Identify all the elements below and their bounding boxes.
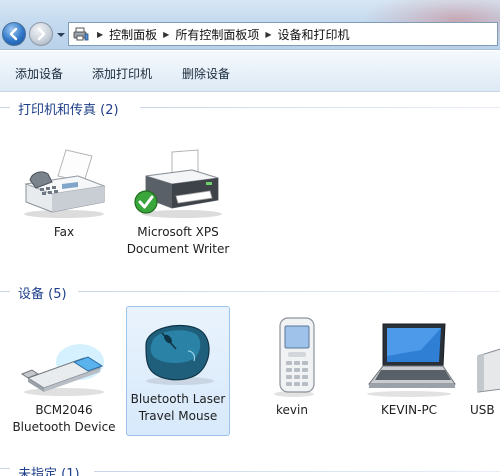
group-header-devices[interactable]: 设备 (5) [18, 283, 67, 302]
recent-pages-dropdown-icon[interactable] [56, 30, 66, 40]
forward-button[interactable] [29, 22, 53, 46]
breadcrumb-separator-icon[interactable]: ▶ [97, 30, 103, 39]
device-label: BCM2046 Bluetooth Device [12, 403, 116, 434]
breadcrumb-devices-printers[interactable]: 设备和打印机 [278, 26, 350, 43]
breadcrumb-separator-icon[interactable]: ▶ [265, 30, 271, 39]
group-header-printers[interactable]: 打印机和传真 (2) [18, 99, 119, 118]
group-header-unspecified[interactable]: 未指定 (1) [18, 463, 80, 476]
add-device-button[interactable]: 添加设备 [15, 65, 63, 82]
group-divider [0, 468, 10, 469]
device-bluetooth-laser-travel-mouse[interactable]: Bluetooth Laser Travel Mouse [126, 306, 230, 436]
arrow-left-icon [9, 27, 18, 41]
laptop-icon [367, 323, 456, 397]
device-microsoft-xps-document-writer[interactable]: Microsoft XPS Document Writer [126, 146, 230, 258]
device-kevin-phone[interactable]: kevin [240, 316, 344, 419]
group-divider [0, 107, 10, 108]
group-divider [94, 471, 500, 472]
device-label: Fax [53, 225, 75, 239]
usb-bluetooth-dongle-icon [20, 344, 104, 396]
device-list: 打印机和传真 (2) Fax Microsoft XPS Document Wr… [0, 92, 500, 476]
breadcrumb-separator-icon[interactable]: ▶ [163, 30, 169, 39]
group-divider [78, 291, 500, 292]
devices-printers-icon [73, 27, 89, 41]
device-label: Bluetooth Laser Travel Mouse [130, 392, 226, 423]
mouse-icon [145, 324, 214, 385]
navigation-bar: ▶ 控制面板 ▶ 所有控制面板项 ▶ 设备和打印机 [0, 0, 500, 50]
group-divider [140, 107, 500, 108]
device-label: kevin [276, 403, 308, 417]
device-kevin-pc[interactable]: KEVIN-PC [354, 320, 464, 419]
mobile-phone-icon [274, 317, 315, 397]
device-label: KEVIN-PC [380, 403, 438, 417]
device-label: Microsoft XPS Document Writer [126, 225, 230, 256]
device-bcm2046-bluetooth[interactable]: BCM2046 Bluetooth Device [12, 332, 116, 436]
address-bar[interactable]: ▶ 控制面板 ▶ 所有控制面板项 ▶ 设备和打印机 [68, 22, 498, 46]
remove-device-button[interactable]: 删除设备 [182, 65, 230, 82]
breadcrumb-all-items[interactable]: 所有控制面板项 [175, 26, 259, 43]
add-printer-button[interactable]: 添加打印机 [92, 65, 152, 82]
command-toolbar: 添加设备 添加打印机 删除设备 [0, 51, 500, 92]
group-divider [0, 291, 10, 292]
back-button[interactable] [2, 22, 26, 46]
arrow-right-icon [37, 27, 46, 41]
device-fax[interactable]: Fax [12, 146, 116, 241]
device-label: USB [470, 403, 495, 417]
printer-icon [134, 149, 222, 218]
fax-icon [24, 149, 106, 218]
breadcrumb-control-panel[interactable]: 控制面板 [109, 26, 157, 43]
usb-drive-icon [477, 348, 500, 393]
device-usb[interactable]: USB [470, 336, 500, 419]
